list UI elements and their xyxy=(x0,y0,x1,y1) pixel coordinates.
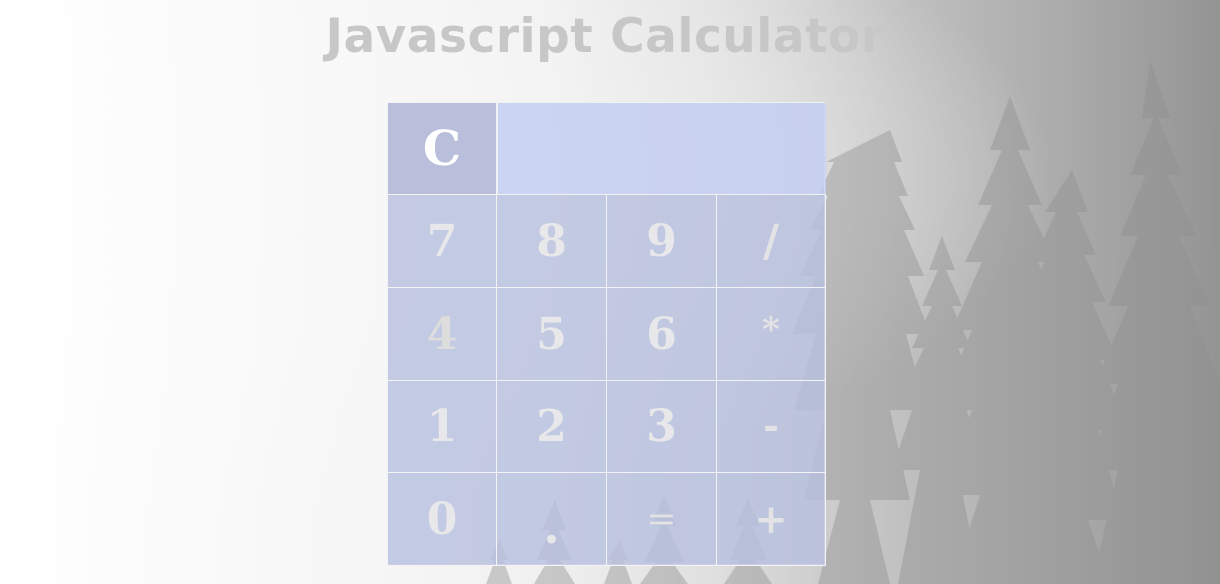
digit-7-button[interactable]: 7 xyxy=(388,195,497,288)
clear-button[interactable]: C xyxy=(388,103,497,195)
page-title: Javascript Calculator xyxy=(325,9,885,64)
decimal-button[interactable]: . xyxy=(497,473,607,566)
calculator-grid: C 7 8 9 / 4 5 6 * 1 2 3 - 0 . = + xyxy=(388,103,826,566)
calculator: C 7 8 9 / 4 5 6 * 1 2 3 - 0 . = + xyxy=(387,102,826,566)
equals-button[interactable]: = xyxy=(607,473,717,566)
digit-2-button[interactable]: 2 xyxy=(497,381,607,473)
digit-6-button[interactable]: 6 xyxy=(607,288,717,381)
divide-button[interactable]: / xyxy=(717,195,826,288)
digit-9-button[interactable]: 9 xyxy=(607,195,717,288)
digit-8-button[interactable]: 8 xyxy=(497,195,607,288)
digit-1-button[interactable]: 1 xyxy=(388,381,497,473)
calculator-display xyxy=(497,103,826,195)
multiply-button[interactable]: * xyxy=(717,288,826,381)
digit-0-button[interactable]: 0 xyxy=(388,473,497,566)
digit-3-button[interactable]: 3 xyxy=(607,381,717,473)
digit-5-button[interactable]: 5 xyxy=(497,288,607,381)
subtract-button[interactable]: - xyxy=(717,381,826,473)
digit-4-button[interactable]: 4 xyxy=(388,288,497,381)
add-button[interactable]: + xyxy=(717,473,826,566)
